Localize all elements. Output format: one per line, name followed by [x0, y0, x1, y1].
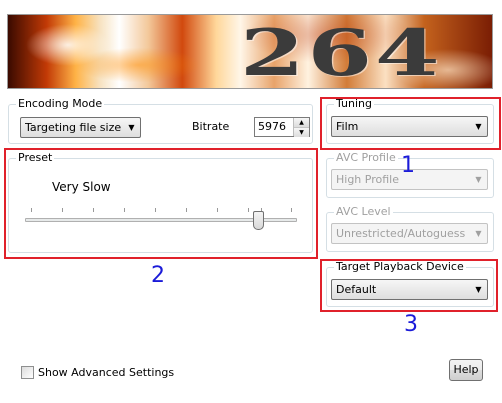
chevron-down-icon: ▼	[475, 175, 482, 184]
annotation-number-2: 2	[151, 263, 165, 288]
x264-banner: 264	[7, 14, 493, 89]
avc-level-dropdown[interactable]: Unrestricted/Autoguess ▼	[331, 223, 488, 244]
encoding-mode-title: Encoding Mode	[16, 97, 105, 111]
annotation-box-3	[320, 259, 498, 312]
x264-logo: 264	[240, 16, 443, 89]
chevron-down-icon: ▼	[475, 229, 482, 238]
avc-profile-title: AVC Profile	[334, 151, 398, 165]
encoding-mode-value: Targeting file size	[25, 121, 122, 134]
help-button[interactable]: Help	[449, 359, 483, 381]
chevron-down-icon: ▼	[128, 123, 135, 132]
annotation-box-2	[4, 148, 318, 259]
bitrate-label: Bitrate	[192, 120, 230, 133]
show-advanced-checkbox[interactable]	[21, 366, 34, 379]
annotation-box-1	[320, 97, 501, 150]
annotation-number-1: 1	[401, 153, 415, 178]
spin-up-icon[interactable]: ▲	[294, 118, 309, 128]
avc-level-value: Unrestricted/Autoguess	[336, 227, 466, 240]
annotation-number-3: 3	[404, 312, 418, 337]
spin-down-icon[interactable]: ▼	[294, 128, 309, 137]
bitrate-value: 5976	[258, 120, 286, 133]
avc-level-title: AVC Level	[334, 205, 393, 219]
show-advanced-label[interactable]: Show Advanced Settings	[38, 366, 174, 379]
bitrate-spinner[interactable]: 5976 ▲ ▼	[254, 117, 310, 137]
encoding-mode-dropdown[interactable]: Targeting file size ▼	[20, 117, 141, 138]
